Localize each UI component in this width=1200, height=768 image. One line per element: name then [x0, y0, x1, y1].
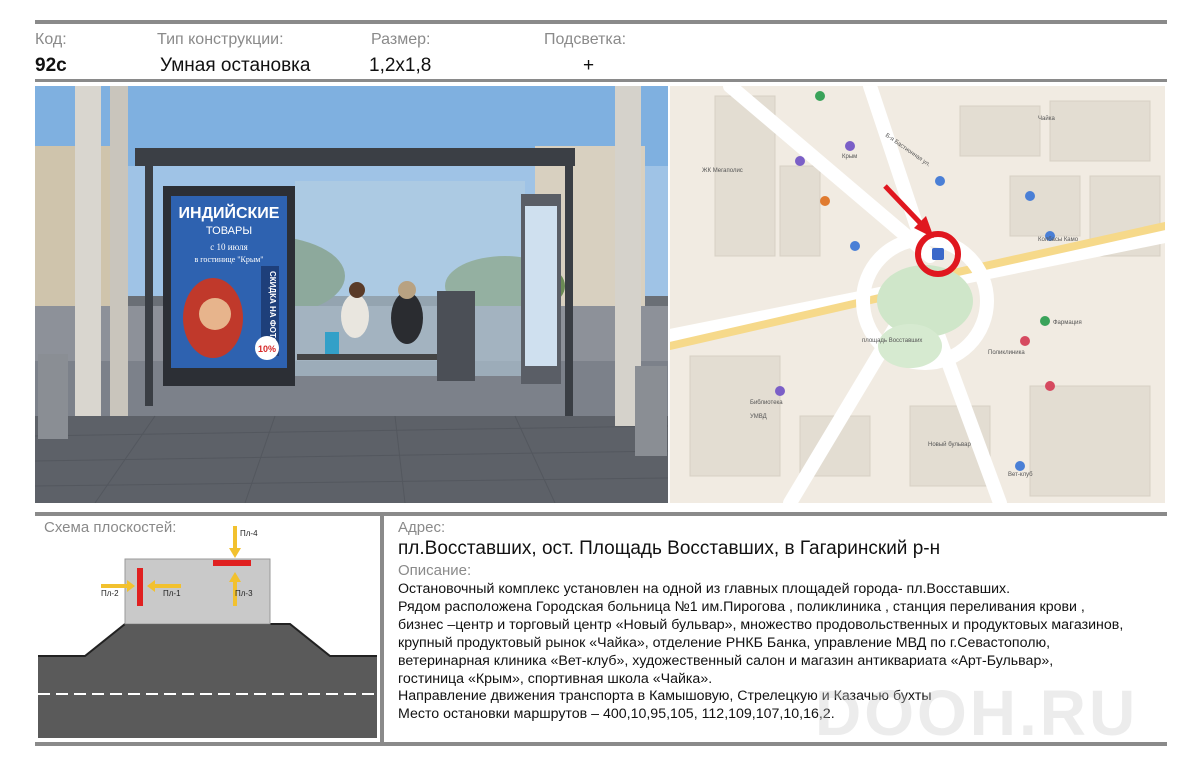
light-value: + — [583, 55, 595, 76]
map-label-bulvar: Новый бульвар — [928, 441, 971, 448]
top-rule — [35, 20, 1167, 24]
bus-stop-photo: ИНДИЙСКИЕ ТОВАРЫ с 10 июля в гостинице "… — [35, 86, 668, 503]
light-label: Подсветка: — [544, 31, 627, 48]
description-line: бизнес –центр и торговый центр «Новый бу… — [398, 616, 1124, 633]
location-map: ЖК Мегаполис Б-я Бастионная ул. площадь … — [670, 86, 1165, 503]
map-label-library: Библиотека — [750, 400, 783, 406]
plane-1-label: Пл-1 — [163, 589, 181, 598]
map-label-square: площадь Восставших — [862, 338, 922, 344]
description-line: ветеринарная клиника «Вет-клуб», художес… — [398, 652, 1054, 669]
map-label-krym: Крым — [842, 154, 857, 160]
map-label-kolbasy: Колбасы Камо — [1038, 237, 1079, 243]
map-label-vet: Вет-клуб — [1008, 472, 1033, 478]
description-line: крупный продуктовый рынок «Чайка», отдел… — [398, 634, 1051, 651]
poster-badge: 10% — [258, 344, 276, 354]
description-label: Описание: — [398, 562, 472, 579]
planes-scheme: Пл-4 Пл-2 Пл-1 Пл-3 — [38, 526, 377, 738]
watermark: DOOH.RU — [815, 677, 1139, 749]
map-label-chaika: Чайка — [1038, 115, 1055, 122]
map-label-megapolis: ЖК Мегаполис — [702, 168, 743, 174]
header-rule — [35, 79, 1167, 82]
address-label: Адрес: — [398, 519, 446, 536]
poster-line-2: в гостинице "Крым" — [194, 255, 263, 264]
poster-line-1: с 10 июля — [210, 242, 247, 252]
poster-title-1: ИНДИЙСКИЕ — [179, 203, 280, 222]
map-label-pharmacy: Фармация — [1053, 320, 1082, 326]
poster-side-text: СКИДКА НА ФОТО — [268, 271, 277, 344]
size-value: 1,2x1,8 — [369, 55, 432, 76]
plane-4-bar — [213, 560, 251, 566]
plane-2-label: Пл-2 — [101, 589, 119, 598]
address-value: пл.Восставших, ост. Площадь Восставших, … — [398, 538, 941, 559]
description-line: Рядом расположена Городская больница №1 … — [398, 598, 1085, 615]
plane-4-label: Пл-4 — [240, 529, 258, 538]
map-label-umvd: УМВД — [750, 414, 767, 420]
description-line: Остановочный комплекс установлен на одно… — [398, 581, 1011, 597]
type-value: Умная остановка — [160, 55, 311, 76]
plane-3-label: Пл-3 — [235, 589, 253, 598]
size-label: Размер: — [371, 31, 431, 48]
map-label-polyclinic: Поликлиника — [988, 350, 1025, 356]
bottom-divider — [380, 512, 384, 742]
code-label: Код: — [35, 31, 67, 48]
code-value: 92с — [35, 55, 67, 76]
plane-1-bar — [137, 568, 143, 606]
type-label: Тип конструкции: — [157, 31, 284, 48]
bus-stop-photo-illustration: ИНДИЙСКИЕ ТОВАРЫ с 10 июля в гостинице "… — [35, 86, 668, 503]
location-map-illustration: ЖК Мегаполис Б-я Бастионная ул. площадь … — [670, 86, 1165, 503]
poster-title-2: ТОВАРЫ — [206, 225, 252, 237]
